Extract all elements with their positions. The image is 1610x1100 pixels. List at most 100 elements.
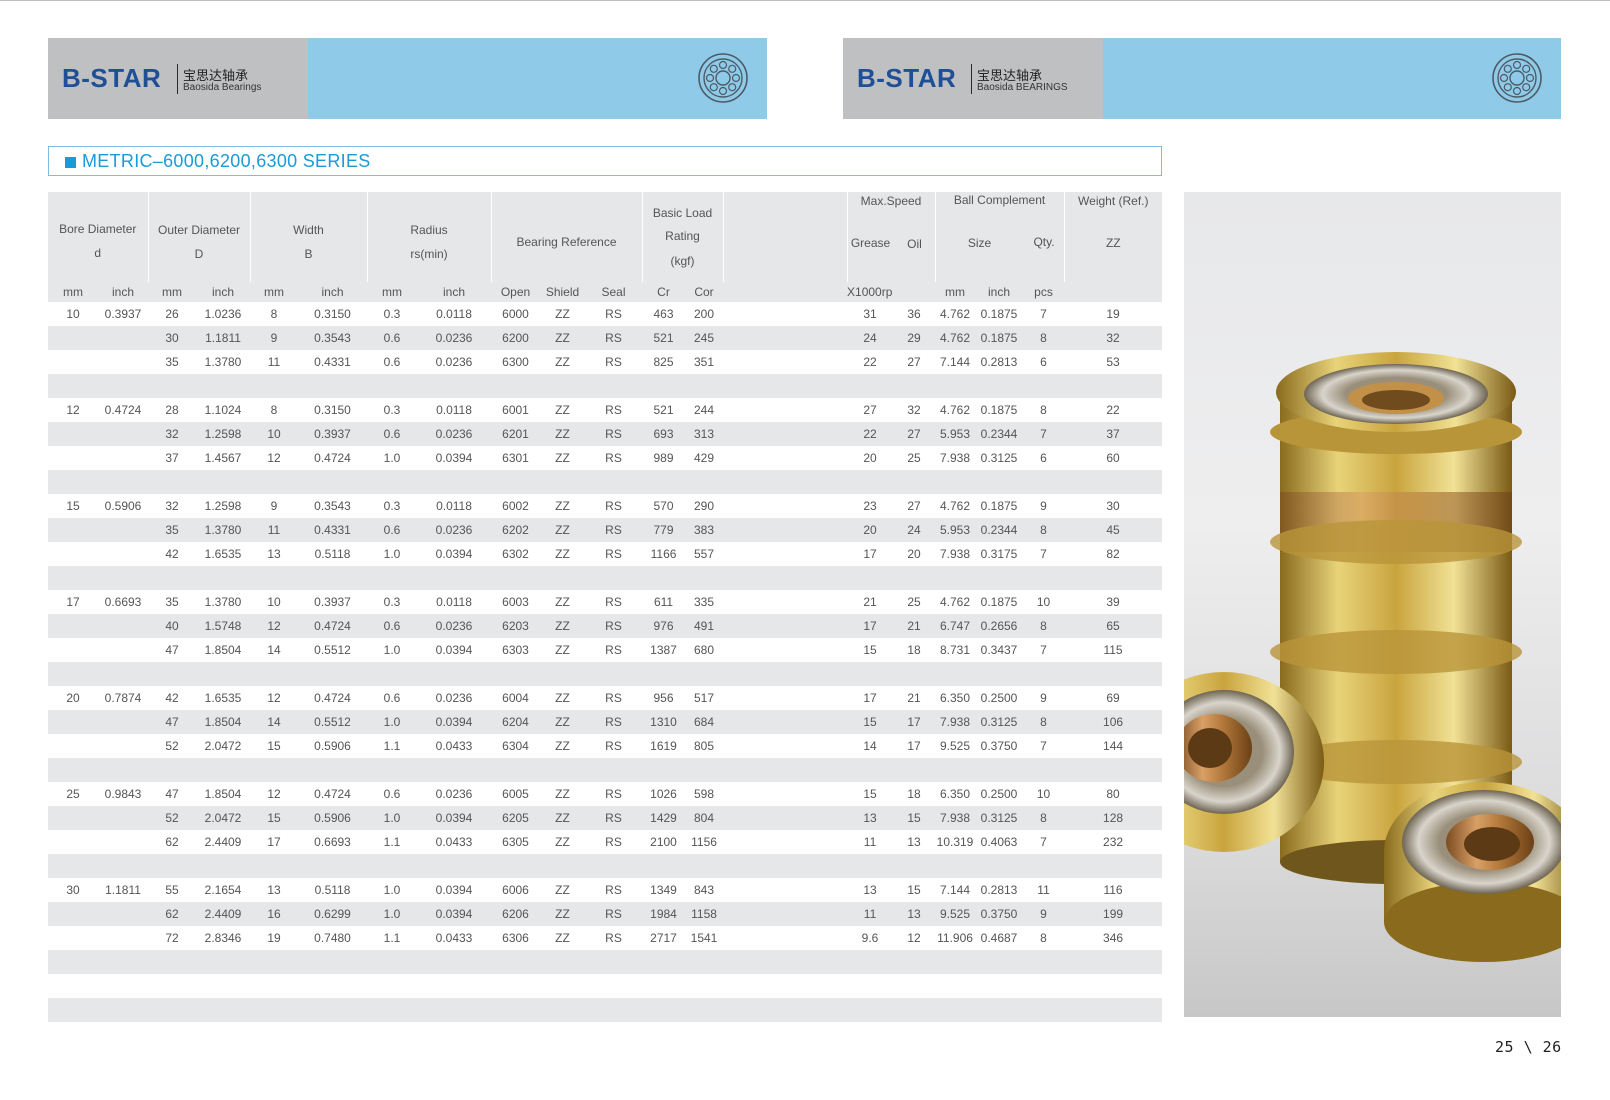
table-cell [723, 614, 847, 638]
table-cell [250, 974, 298, 998]
section-title: METRIC–6000,6200,6300 SERIES [82, 151, 371, 171]
header-bore-symbol: d [94, 246, 102, 260]
table-row [48, 566, 1163, 590]
table-cell [685, 662, 723, 686]
table-cell [685, 854, 723, 878]
table-cell [847, 854, 893, 878]
table-cell: ZZ [555, 451, 570, 465]
table-cell: 0.4724 [314, 619, 351, 633]
table-cell [723, 926, 847, 950]
table-cell: 1.8504 [204, 787, 242, 801]
table-row [48, 662, 1163, 686]
table-cell: 106 [1103, 715, 1124, 729]
table-cell: 6.350 [940, 691, 971, 705]
table-cell [642, 566, 685, 590]
table-cell: 7 [1040, 835, 1047, 849]
table-cell [935, 854, 975, 878]
table-cell: 144 [1103, 739, 1124, 753]
unit-cell: mm [250, 282, 298, 302]
table-cell: 15 [863, 787, 877, 801]
table-cell: 6305 [502, 835, 529, 849]
table-cell: 825 [653, 355, 674, 369]
bearing-icon [698, 53, 748, 103]
table-cell [148, 950, 196, 974]
table-cell: 15 [863, 643, 877, 657]
table-cell: 12 [267, 787, 281, 801]
table-body: 10 0.3937 26 1.0236 8 0.3150 0.3 0.0118 6000 ZZ RS… [48, 302, 1163, 1022]
table-cell [585, 950, 642, 974]
table-cell: 32 [165, 499, 179, 513]
table-cell: 0.3543 [314, 331, 351, 345]
table-cell [98, 518, 148, 542]
table-cell: 36 [907, 307, 921, 321]
table-cell [298, 662, 367, 686]
header-maxspeed: Max.Speed Grease Oil [847, 192, 936, 282]
header-zz-label: ZZ [1105, 236, 1121, 250]
table-cell [1064, 470, 1162, 494]
table-cell: 0.0394 [435, 715, 473, 729]
table-cell [585, 974, 642, 998]
table-cell: 24 [907, 523, 921, 537]
table-cell [98, 758, 148, 782]
table-cell: 8 [1040, 403, 1047, 417]
table-cell: 11 [267, 355, 281, 369]
unit-cell: X1000rpm [847, 282, 894, 302]
table-cell [48, 374, 98, 398]
table-cell [298, 470, 367, 494]
table-cell [847, 566, 893, 590]
table-cell: 9.525 [940, 739, 971, 753]
table-cell [540, 758, 585, 782]
table-cell: 17 [863, 619, 877, 633]
table-cell [723, 302, 847, 326]
header-outer: Outer Diameter D [148, 192, 251, 282]
table-cell [540, 470, 585, 494]
table-cell [723, 638, 847, 662]
table-cell [585, 662, 642, 686]
table-cell: 684 [694, 715, 715, 729]
table-cell: 956 [653, 691, 674, 705]
table-cell: 14 [267, 643, 281, 657]
table-cell [196, 854, 250, 878]
table-cell: 62 [165, 835, 179, 849]
table-cell [250, 662, 298, 686]
table-row: 72 2.8346 19 0.7480 1.1 0.0433 6306 ZZ RS 2717 154… [48, 926, 1163, 950]
table-cell: 232 [1103, 835, 1124, 849]
table-cell: RS [605, 523, 622, 537]
table-cell: 0.3150 [314, 403, 351, 417]
table-cell: 0.4724 [314, 451, 351, 465]
table-cell: 16 [267, 907, 281, 921]
table-cell: 15 [907, 883, 921, 897]
brand-logo: B-STAR [857, 63, 957, 93]
table-cell [935, 998, 975, 1022]
table-cell [250, 854, 298, 878]
table-cell: RS [605, 403, 622, 417]
table-cell: 1984 [650, 907, 677, 921]
table-cell [196, 374, 250, 398]
title-bullet-icon [65, 157, 76, 168]
table-row: 15 0.5906 32 1.2598 9 0.3543 0.3 0.0118 6002 ZZ RS… [48, 494, 1163, 518]
table-cell: 1310 [650, 715, 677, 729]
table-cell: 10.319 [936, 835, 974, 849]
table-cell [685, 758, 723, 782]
table-cell: 805 [694, 739, 715, 753]
table-cell: 7.938 [940, 811, 971, 825]
table-cell: 65 [1106, 619, 1120, 633]
table-cell [98, 374, 148, 398]
table-row: 35 1.3780 11 0.4331 0.6 0.0236 6202 ZZ RS 779 383 2… [48, 518, 1163, 542]
table-cell [48, 734, 98, 758]
table-cell: 6001 [502, 403, 529, 417]
units-row: mm inch mm inch mm inch mm inch Open Shield Seal Cr… [48, 282, 1163, 302]
table-cell: 7 [1040, 547, 1047, 561]
table-cell [250, 470, 298, 494]
header-outer-symbol: D [194, 247, 204, 261]
table-cell [723, 518, 847, 542]
table-cell: 0.2813 [980, 883, 1018, 897]
table-cell: 20 [863, 523, 877, 537]
table-cell [196, 998, 250, 1022]
table-cell: 2.4409 [204, 835, 242, 849]
table-cell: RS [605, 307, 622, 321]
table-cell: 521 [653, 403, 674, 417]
table-cell [847, 758, 893, 782]
table-cell: RS [605, 451, 622, 465]
table-cell: 1.0 [383, 907, 401, 921]
